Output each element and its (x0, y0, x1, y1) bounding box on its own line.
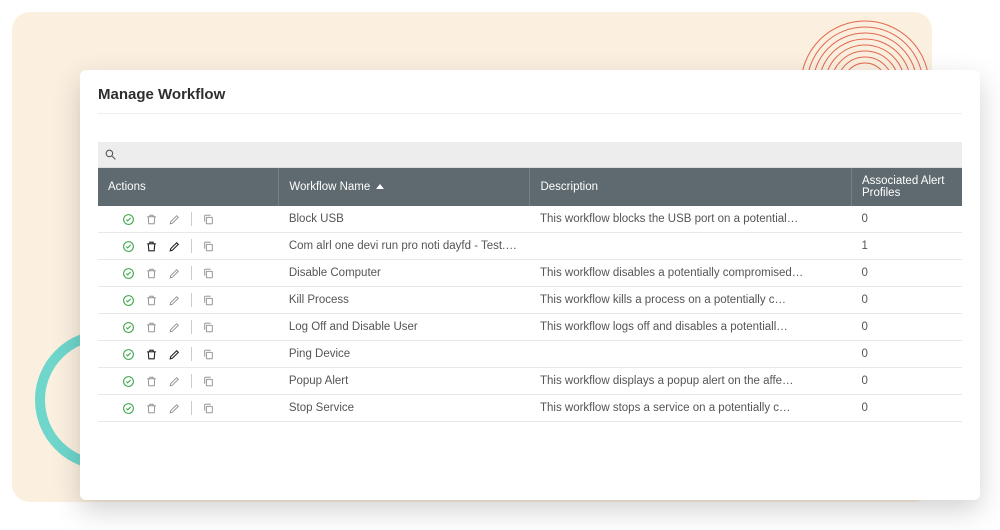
workflow-name-cell[interactable]: Com alrl one devi run pro noti dayfd - T… (279, 233, 530, 260)
enable-icon[interactable] (122, 267, 135, 280)
table-row[interactable]: Disable ComputerThis workflow disables a… (98, 260, 962, 287)
enable-icon[interactable] (122, 213, 135, 226)
actions-cell (108, 239, 269, 253)
action-divider (191, 266, 192, 280)
action-divider (191, 347, 192, 361)
action-divider (191, 293, 192, 307)
page-title: Manage Workflow (98, 86, 962, 114)
action-divider (191, 401, 192, 415)
action-divider (191, 239, 192, 253)
table-row[interactable]: Log Off and Disable UserThis workflow lo… (98, 314, 962, 341)
enable-icon[interactable] (122, 294, 135, 307)
edit-icon[interactable] (168, 213, 181, 226)
copy-icon[interactable] (202, 348, 215, 361)
delete-icon[interactable] (145, 375, 158, 388)
enable-icon[interactable] (122, 240, 135, 253)
copy-icon[interactable] (202, 294, 215, 307)
col-workflow-name[interactable]: Workflow Name (279, 168, 530, 206)
copy-icon[interactable] (202, 213, 215, 226)
table-row[interactable]: Block USBThis workflow blocks the USB po… (98, 206, 962, 233)
copy-icon[interactable] (202, 375, 215, 388)
description-cell: This workflow disables a potentially com… (530, 260, 851, 287)
copy-icon[interactable] (202, 267, 215, 280)
search-icon (104, 148, 117, 161)
table-row[interactable]: Com alrl one devi run pro noti dayfd - T… (98, 233, 962, 260)
edit-icon[interactable] (168, 375, 181, 388)
associated-count-cell: 0 (851, 287, 962, 314)
description-cell: This workflow logs off and disables a po… (530, 314, 851, 341)
description-cell: This workflow blocks the USB port on a p… (530, 206, 851, 233)
enable-icon[interactable] (122, 321, 135, 334)
description-cell (530, 233, 851, 260)
edit-icon[interactable] (168, 321, 181, 334)
edit-icon[interactable] (168, 402, 181, 415)
delete-icon[interactable] (145, 267, 158, 280)
actions-cell (108, 293, 269, 307)
edit-icon[interactable] (168, 348, 181, 361)
actions-cell (108, 374, 269, 388)
table-body: Block USBThis workflow blocks the USB po… (98, 206, 962, 422)
associated-count-cell: 1 (851, 233, 962, 260)
actions-cell (108, 266, 269, 280)
delete-icon[interactable] (145, 321, 158, 334)
associated-count-cell: 0 (851, 368, 962, 395)
workflow-panel: Manage Workflow Actions Workflow Name De… (80, 70, 980, 500)
actions-cell (108, 212, 269, 226)
search-bar[interactable] (98, 142, 962, 168)
associated-count-cell: 0 (851, 260, 962, 287)
workflow-name-cell[interactable]: Disable Computer (279, 260, 530, 287)
delete-icon[interactable] (145, 294, 158, 307)
enable-icon[interactable] (122, 402, 135, 415)
workflow-name-cell[interactable]: Stop Service (279, 395, 530, 422)
table-row[interactable]: Stop ServiceThis workflow stops a servic… (98, 395, 962, 422)
edit-icon[interactable] (168, 240, 181, 253)
description-cell: This workflow displays a popup alert on … (530, 368, 851, 395)
actions-cell (108, 347, 269, 361)
action-divider (191, 212, 192, 226)
associated-count-cell: 0 (851, 395, 962, 422)
workflow-name-cell[interactable]: Popup Alert (279, 368, 530, 395)
actions-cell (108, 320, 269, 334)
delete-icon[interactable] (145, 348, 158, 361)
sort-asc-icon (376, 184, 384, 189)
workflow-name-cell[interactable]: Kill Process (279, 287, 530, 314)
table-row[interactable]: Kill ProcessThis workflow kills a proces… (98, 287, 962, 314)
copy-icon[interactable] (202, 402, 215, 415)
workflow-name-cell[interactable]: Block USB (279, 206, 530, 233)
workflow-name-cell[interactable]: Ping Device (279, 341, 530, 368)
action-divider (191, 320, 192, 334)
associated-count-cell: 0 (851, 341, 962, 368)
workflow-table: Actions Workflow Name Description Associ… (98, 168, 962, 422)
delete-icon[interactable] (145, 240, 158, 253)
copy-icon[interactable] (202, 240, 215, 253)
associated-count-cell: 0 (851, 206, 962, 233)
actions-cell (108, 401, 269, 415)
action-divider (191, 374, 192, 388)
description-cell: This workflow stops a service on a poten… (530, 395, 851, 422)
col-associated-alert-profiles[interactable]: Associated Alert Profiles (851, 168, 962, 206)
col-description[interactable]: Description (530, 168, 851, 206)
description-cell (530, 341, 851, 368)
table-row[interactable]: Popup AlertThis workflow displays a popu… (98, 368, 962, 395)
description-cell: This workflow kills a process on a poten… (530, 287, 851, 314)
col-actions[interactable]: Actions (98, 168, 279, 206)
table-row[interactable]: Ping Device 0 (98, 341, 962, 368)
enable-icon[interactable] (122, 348, 135, 361)
workflow-name-cell[interactable]: Log Off and Disable User (279, 314, 530, 341)
delete-icon[interactable] (145, 402, 158, 415)
enable-icon[interactable] (122, 375, 135, 388)
edit-icon[interactable] (168, 267, 181, 280)
copy-icon[interactable] (202, 321, 215, 334)
associated-count-cell: 0 (851, 314, 962, 341)
edit-icon[interactable] (168, 294, 181, 307)
delete-icon[interactable] (145, 213, 158, 226)
